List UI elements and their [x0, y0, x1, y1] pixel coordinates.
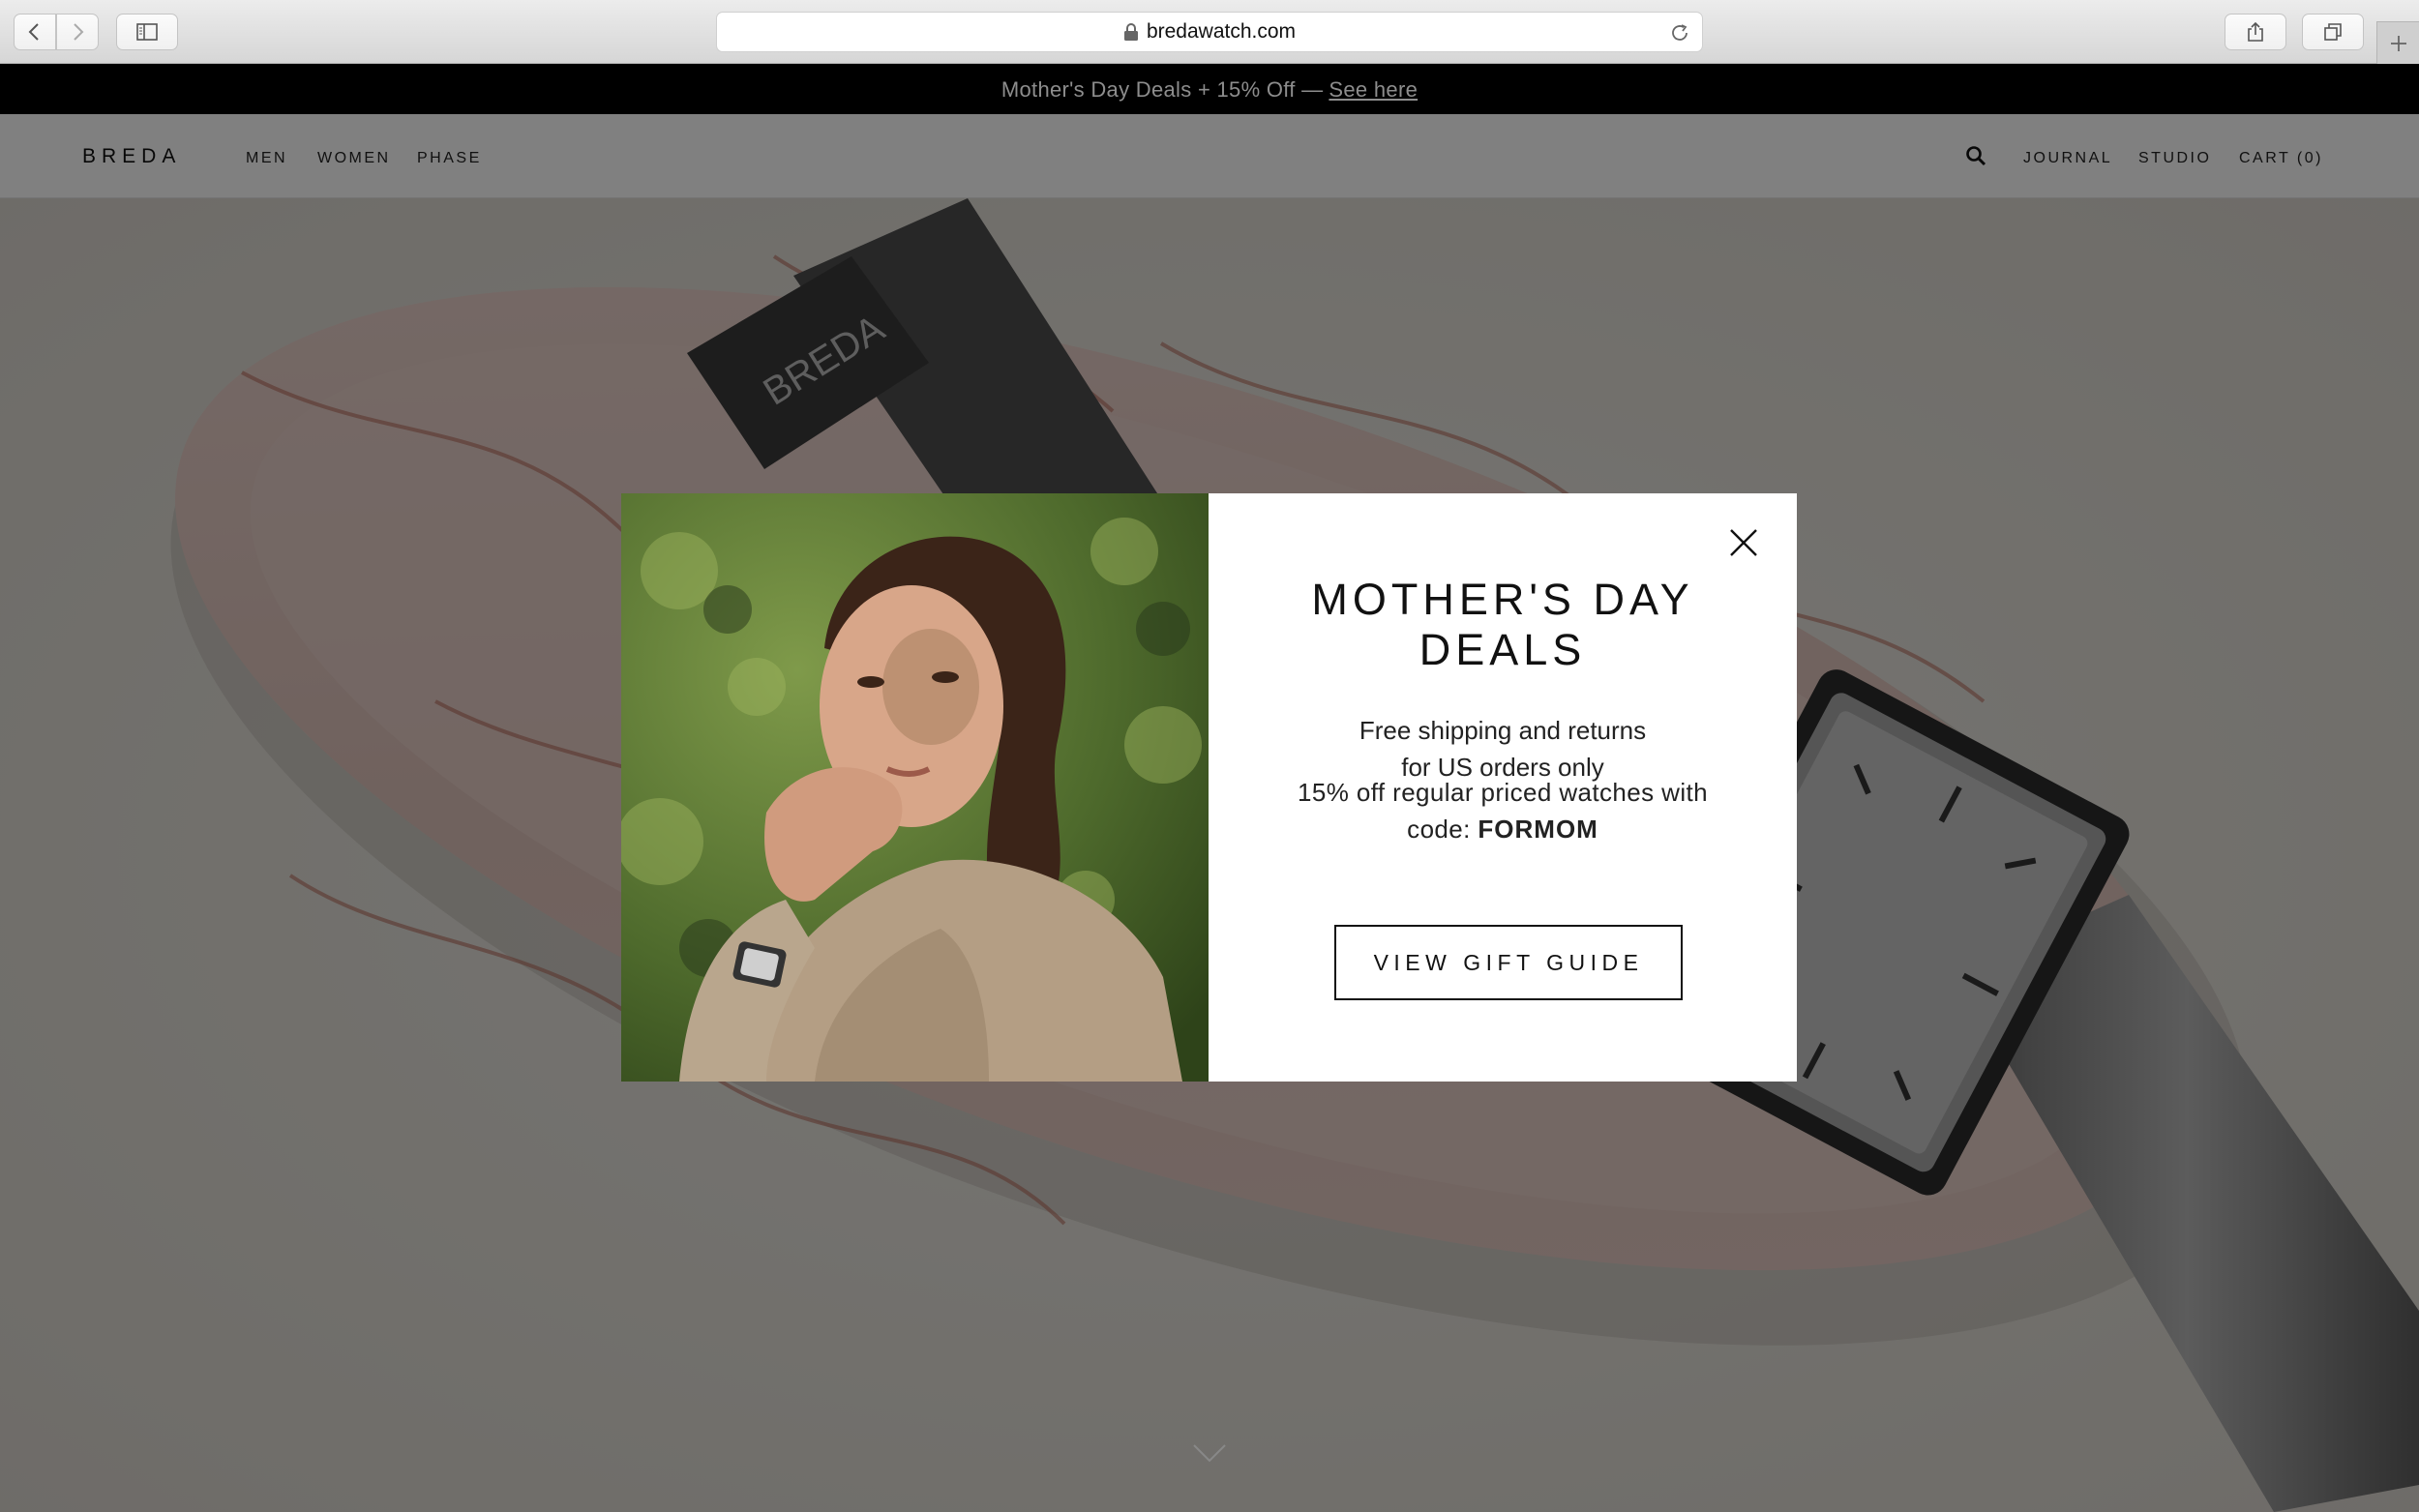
close-icon[interactable] — [1723, 522, 1764, 563]
sidebar-icon — [136, 23, 158, 41]
new-tab-button[interactable] — [2376, 21, 2419, 64]
browser-toolbar: bredawatch.com — [0, 0, 2419, 64]
promo-bar: Mother's Day Deals + 15% Off — See here — [0, 65, 2419, 114]
plus-icon — [2390, 35, 2406, 51]
share-button[interactable] — [2225, 14, 2286, 50]
forward-icon — [74, 23, 84, 41]
promo-link[interactable]: See here — [1329, 77, 1418, 103]
modal-title-line2: DEALS — [1419, 625, 1587, 674]
chevron-down-icon[interactable] — [1192, 1441, 1227, 1465]
discount-code: FORMOM — [1478, 815, 1598, 844]
modal-title: MOTHER'S DAY DEALS — [1209, 575, 1797, 675]
reload-icon[interactable] — [1669, 22, 1690, 44]
discount-line1: 15% off regular priced watches with — [1298, 778, 1708, 807]
back-button[interactable] — [14, 14, 56, 50]
promo-text: Mother's Day Deals + 15% Off — — [1000, 76, 1324, 102]
view-gift-guide-button[interactable]: VIEW GIFT GUIDE — [1334, 925, 1683, 1000]
mothers-day-modal: MOTHER'S DAY DEALS Free shipping and ret… — [621, 493, 1797, 1082]
modal-title-line1: MOTHER'S DAY — [1311, 575, 1694, 624]
discount-info: 15% off regular priced watches with code… — [1209, 774, 1797, 847]
shipping-line1: Free shipping and returns — [1359, 716, 1647, 745]
modal-content: MOTHER'S DAY DEALS Free shipping and ret… — [1209, 493, 1797, 1082]
sidebar-toggle-button[interactable] — [116, 14, 178, 50]
lock-icon — [1123, 23, 1138, 41]
url-text: bredawatch.com — [1146, 20, 1297, 43]
forward-button[interactable] — [56, 14, 99, 50]
tab-overview-button[interactable] — [2302, 14, 2364, 50]
address-bar[interactable]: bredawatch.com — [716, 12, 1703, 52]
share-icon — [2248, 21, 2263, 42]
discount-prefix: code: — [1407, 815, 1471, 844]
tabs-icon — [2324, 23, 2342, 41]
back-icon — [28, 23, 39, 41]
modal-photo — [621, 493, 1209, 1082]
